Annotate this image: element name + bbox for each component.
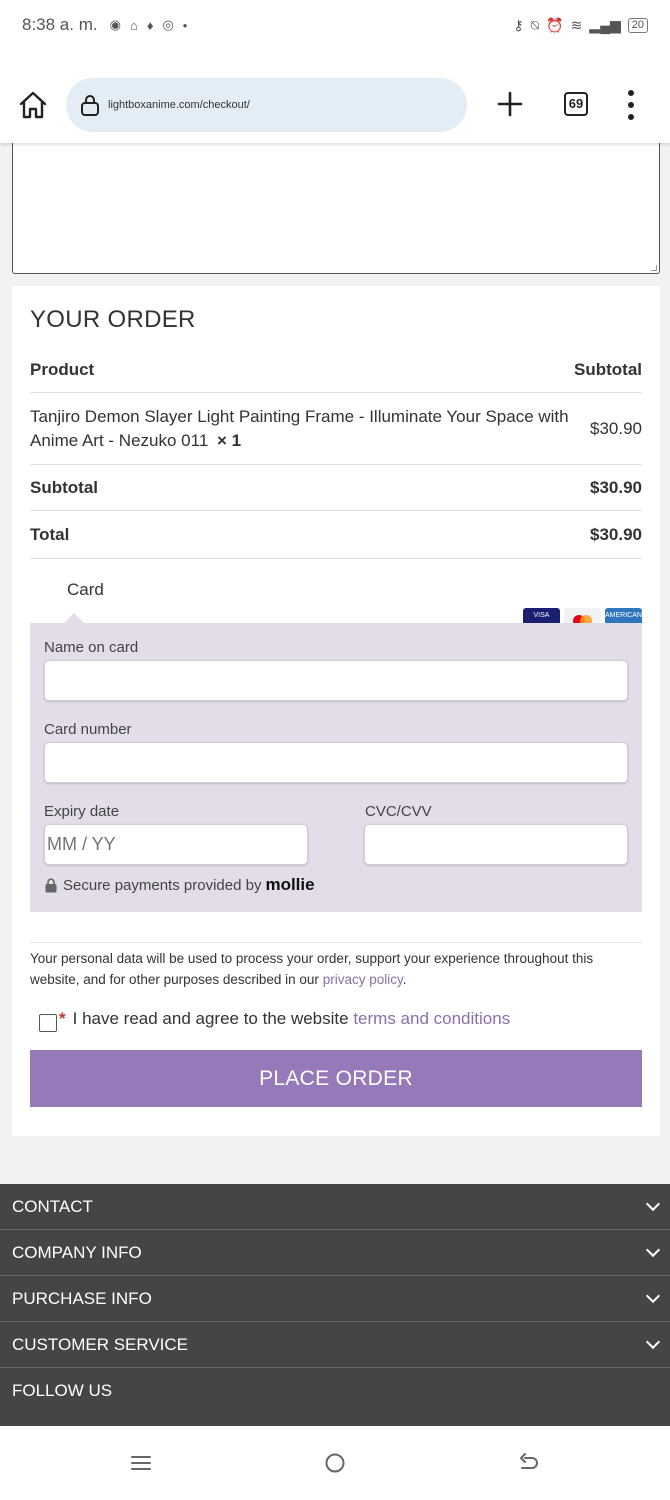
expiry-date-label: Expiry date — [44, 803, 120, 820]
browser-toolbar: lightboxanime.com/checkout/ 69 — [0, 50, 670, 143]
card-number-label: Card number — [44, 721, 132, 738]
footer-item-label: PURCHASE INFO — [12, 1288, 152, 1308]
url-text[interactable]: lightboxanime.com/checkout/ — [108, 99, 250, 111]
status-bar: 8:38 a. m. ◉ ⌂ ♦ ◎ • ⚷ ⍉ ⏰ ≋ ▂▄▆ 20 — [0, 0, 670, 50]
padlock-icon — [45, 877, 57, 892]
drop-icon: ♦ — [146, 17, 154, 33]
signal-icon: ▂▄▆ — [589, 16, 621, 33]
privacy-end: . — [402, 972, 407, 987]
table-row: Tanjiro Demon Slayer Light Painting Fram… — [30, 393, 642, 465]
footer-item-purchase-info[interactable]: PURCHASE INFO — [0, 1276, 670, 1322]
total-row: Total $30.90 — [30, 511, 642, 559]
mastercard-icon — [564, 608, 601, 624]
mollie-logo: mollie — [265, 875, 315, 894]
card-brand-logos: VISA AMERICAN — [523, 608, 642, 624]
tab-switcher-button[interactable]: 69 — [564, 92, 588, 116]
status-time: 8:38 a. m. — [22, 15, 98, 34]
address-bar[interactable]: lightboxanime.com/checkout/ — [66, 78, 467, 132]
footer: CONTACT COMPANY INFO PURCHASE INFO CUSTO… — [0, 1184, 670, 1426]
product-price: $30.90 — [590, 418, 642, 438]
product-cell: Tanjiro Demon Slayer Light Painting Fram… — [30, 405, 580, 453]
order-notes-textarea[interactable] — [12, 140, 660, 274]
required-mark: * — [59, 1009, 66, 1028]
col-subtotal: Subtotal — [574, 360, 642, 379]
terms-link[interactable]: terms and conditions — [353, 1009, 510, 1029]
footer-item-label: FOLLOW US — [12, 1381, 113, 1400]
dot-icon: • — [182, 17, 188, 33]
col-product: Product — [30, 360, 95, 379]
key-icon: ⚷ — [513, 16, 524, 33]
footer-item-customer-service[interactable]: CUSTOMER SERVICE — [0, 1322, 670, 1368]
chevron-down-icon — [645, 1334, 661, 1349]
privacy-notice: Your personal data will be used to proce… — [30, 942, 642, 990]
terms-checkbox[interactable] — [39, 1014, 57, 1032]
more-menu-icon[interactable] — [625, 90, 637, 120]
chrome-icon: ◉ — [109, 17, 121, 32]
whatsapp-icon: ◎ — [162, 17, 174, 32]
order-review-section: YOUR ORDER Product Subtotal Tanjiro Demo… — [12, 286, 660, 1136]
amex-icon: AMERICAN — [605, 608, 642, 624]
footer-item-follow-us[interactable]: FOLLOW US — [0, 1368, 670, 1414]
chevron-down-icon — [645, 1196, 661, 1211]
terms-row: * I have read and agree to the website t… — [39, 1006, 510, 1032]
subtotal-value: $30.90 — [590, 477, 642, 497]
recent-apps-icon[interactable] — [128, 1450, 154, 1476]
chevron-down-icon — [645, 1242, 661, 1257]
subtotal-label: Subtotal — [30, 477, 98, 497]
new-tab-icon[interactable] — [494, 88, 526, 120]
product-name: Tanjiro Demon Slayer Light Painting Fram… — [30, 406, 569, 450]
order-heading: YOUR ORDER — [30, 306, 196, 333]
total-value: $30.90 — [590, 524, 642, 544]
home-icon[interactable] — [14, 86, 52, 124]
notification-icons: ◉ ⌂ ♦ ◎ • — [110, 17, 188, 33]
footer-item-label: CUSTOMER SERVICE — [12, 1334, 189, 1354]
privacy-policy-link[interactable]: privacy policy — [323, 972, 403, 987]
table-header-row: Product Subtotal — [30, 348, 642, 393]
order-table: Product Subtotal Tanjiro Demon Slayer Li… — [30, 348, 642, 559]
total-label: Total — [30, 524, 70, 544]
footer-item-company-info[interactable]: COMPANY INFO — [0, 1230, 670, 1276]
cvc-input[interactable] — [364, 824, 628, 865]
place-order-button[interactable]: PLACE ORDER — [30, 1050, 642, 1107]
payment-method-card-tab[interactable]: Card — [67, 580, 104, 600]
footer-item-label: COMPANY INFO — [12, 1242, 142, 1262]
back-icon[interactable] — [516, 1450, 542, 1476]
system-navigation-bar — [0, 1426, 670, 1500]
chevron-down-icon — [645, 1288, 661, 1303]
name-on-card-label: Name on card — [44, 639, 139, 656]
footer-item-label: CONTACT — [12, 1196, 93, 1216]
terms-text: I have read and agree to the website — [72, 1009, 349, 1028]
product-quantity: × 1 — [217, 430, 242, 450]
privacy-text: Your personal data will be used to proce… — [30, 951, 594, 987]
subtotal-row: Subtotal $30.90 — [30, 465, 642, 511]
cvc-label: CVC/CVV — [365, 803, 432, 820]
card-number-input[interactable] — [44, 742, 628, 783]
visa-icon: VISA — [523, 608, 560, 624]
battery-icon: 20 — [627, 17, 648, 33]
cake-icon: ⌂ — [129, 17, 138, 33]
secure-payments-note: Secure payments provided by mollie — [44, 875, 315, 895]
card-payment-form: Name on card Card number Expiry date CVC… — [30, 613, 642, 912]
alarm-icon: ⏰ — [546, 16, 564, 33]
wifi-icon: ≋ — [570, 16, 583, 33]
resize-handle[interactable] — [651, 265, 657, 271]
lock-icon[interactable] — [80, 93, 100, 117]
system-icons: ⚷ ⍉ ⏰ ≋ ▂▄▆ 20 — [513, 17, 648, 34]
secure-payments-text: Secure payments provided by — [63, 876, 262, 894]
home-nav-icon[interactable] — [322, 1450, 348, 1476]
name-on-card-input[interactable] — [44, 660, 628, 701]
footer-item-contact[interactable]: CONTACT — [0, 1184, 670, 1230]
expiry-date-input[interactable] — [44, 824, 308, 865]
mute-icon: ⍉ — [530, 16, 540, 33]
